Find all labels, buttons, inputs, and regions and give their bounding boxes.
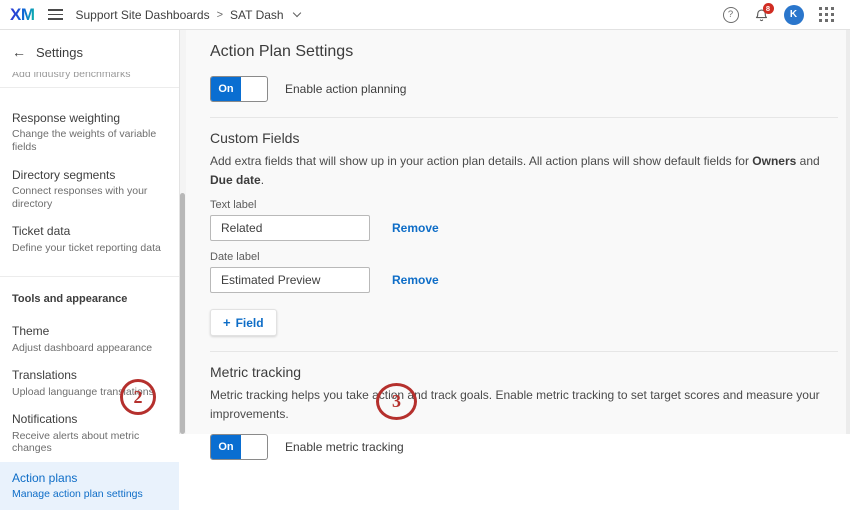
text-label-caption: Text label	[210, 199, 838, 211]
section-divider-2	[210, 351, 838, 352]
section-divider	[210, 117, 838, 118]
plus-icon: +	[223, 315, 231, 330]
breadcrumb-root-link[interactable]: Support Site Dashboards	[76, 8, 210, 22]
metric-tracking-heading: Metric tracking	[210, 364, 838, 380]
enable-action-planning-label: Enable action planning	[285, 82, 406, 96]
custom-fields-description: Add extra fields that will show up in yo…	[210, 152, 838, 189]
sidebar-item-directory-segments[interactable]: Directory segments Connect responses wit…	[0, 161, 179, 218]
page-title: Action Plan Settings	[210, 42, 838, 62]
enable-action-planning-toggle[interactable]: On	[210, 76, 268, 102]
sidebar-item-ticket-data[interactable]: Ticket data Define your ticket reporting…	[0, 217, 179, 261]
hamburger-menu-icon[interactable]	[48, 9, 63, 20]
sidebar-divider	[0, 87, 179, 88]
settings-sidebar: ← Settings Add industry benchmarks Respo…	[0, 30, 186, 434]
enable-metric-tracking-toggle[interactable]: On	[210, 434, 268, 460]
sidebar-item-theme[interactable]: Theme Adjust dashboard appearance	[0, 317, 179, 361]
breadcrumb-current-dashboard[interactable]: SAT Dash	[230, 8, 284, 22]
breadcrumb-separator: >	[217, 9, 223, 21]
remove-text-field-link[interactable]: Remove	[392, 221, 439, 235]
help-icon[interactable]: ?	[723, 7, 739, 23]
date-label-caption: Date label	[210, 251, 838, 263]
custom-fields-heading: Custom Fields	[210, 130, 838, 146]
enable-metric-tracking-label: Enable metric tracking	[285, 440, 404, 454]
app-switcher-icon[interactable]	[819, 7, 835, 23]
chevron-down-icon[interactable]	[292, 9, 300, 17]
annotation-step-3: 3	[376, 383, 417, 420]
breadcrumb: Support Site Dashboards > SAT Dash	[76, 8, 300, 22]
text-label-input[interactable]	[210, 215, 370, 241]
remove-date-field-link[interactable]: Remove	[392, 273, 439, 287]
notifications-bell-icon[interactable]: 8	[754, 7, 769, 23]
sidebar-item-add-industry-benchmarks[interactable]: Add industry benchmarks	[0, 72, 179, 82]
toggle-on-label: On	[211, 435, 241, 459]
metric-tracking-description: Metric tracking helps you take action an…	[210, 386, 838, 423]
top-bar: XM Support Site Dashboards > SAT Dash ? …	[0, 0, 850, 30]
add-field-button[interactable]: + Field	[210, 309, 277, 336]
sidebar-item-response-weighting[interactable]: Response weighting Change the weights of…	[0, 104, 179, 161]
sidebar-item-action-plans[interactable]: Action plans Manage action plan settings	[0, 462, 179, 510]
sidebar-item-notifications[interactable]: Notifications Receive alerts about metri…	[0, 405, 179, 462]
notification-count-badge: 8	[763, 3, 774, 14]
sidebar-title: Settings	[36, 45, 83, 60]
settings-back-header[interactable]: ← Settings	[0, 30, 179, 72]
page-scrollbar-track[interactable]	[846, 30, 850, 434]
action-plan-settings-panel: Action Plan Settings On Enable action pl…	[186, 30, 850, 434]
annotation-step-2: 2	[120, 379, 156, 415]
sidebar-section-tools-and-appearance: Tools and appearance	[0, 277, 179, 317]
back-arrow-icon: ←	[12, 44, 26, 60]
sidebar-scrollbar-thumb[interactable]	[180, 193, 185, 434]
user-avatar[interactable]: K	[784, 5, 804, 25]
toggle-on-label: On	[211, 77, 241, 101]
date-label-input[interactable]	[210, 267, 370, 293]
xm-logo[interactable]: XM	[10, 5, 35, 25]
